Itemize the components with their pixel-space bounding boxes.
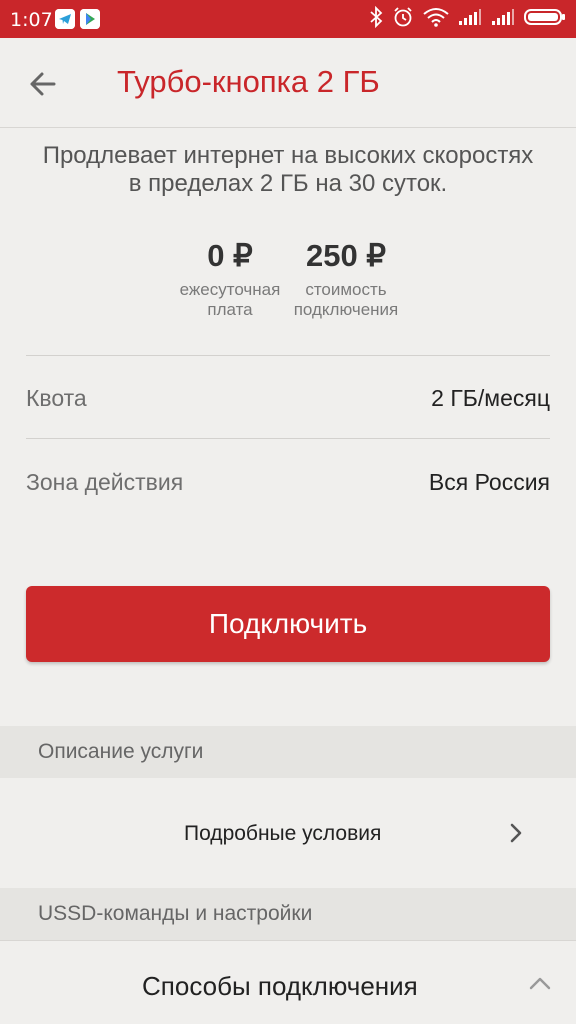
section-ussd-title: USSD-команды и настройки [38, 902, 313, 925]
description-line-1: Продлевает интернет на высоких скоростях [42, 142, 534, 169]
app-header: Турбо-кнопка 2 ГБ [0, 38, 576, 128]
divider [26, 438, 550, 439]
wifi-icon [423, 7, 449, 32]
alarm-icon [392, 6, 414, 33]
section-description-header: Описание услуги [0, 726, 576, 778]
signal-icon [458, 8, 482, 31]
bluetooth-icon [369, 5, 383, 33]
chevron-up-icon[interactable] [528, 975, 552, 996]
page-title: Турбо-кнопка 2 ГБ [117, 64, 380, 99]
play-store-icon [80, 9, 100, 29]
connection-cost-value: 250 ₽ [305, 238, 387, 273]
status-time: 1:07 [10, 9, 53, 31]
methods-title: Способы подключения [142, 971, 418, 1001]
quota-label: Квота [26, 384, 87, 411]
connect-button[interactable]: Подключить [26, 586, 550, 662]
zone-row: Зона действия Вся Россия [26, 440, 550, 524]
quota-row: Квота 2 ГБ/месяц [26, 356, 550, 440]
connection-cost-caption-2: подключения [293, 300, 399, 319]
section-description-title: Описание услуги [38, 740, 204, 763]
back-button[interactable] [22, 62, 66, 106]
section-ussd-header: USSD-команды и настройки [0, 888, 576, 940]
chevron-right-icon [507, 822, 525, 849]
quota-value: 2 ГБ/месяц [431, 384, 550, 411]
arrow-left-icon [30, 72, 56, 96]
methods-row[interactable]: Способы подключения [0, 940, 576, 1024]
signal-icon [491, 8, 515, 31]
connection-cost-caption-1: стоимость [305, 280, 387, 299]
zone-value: Вся Россия [428, 468, 550, 495]
status-bar: 1:07 [0, 0, 576, 38]
telegram-icon [55, 9, 75, 29]
status-icons [369, 5, 566, 33]
terms-link-row[interactable]: Подробные условия [0, 778, 576, 888]
service-description: Продлевает интернет на высоких скоростях… [0, 142, 576, 198]
zone-label: Зона действия [26, 468, 184, 495]
connection-cost: 250 ₽ стоимость подключения [286, 238, 406, 320]
daily-fee-caption-1: ежесуточная [179, 280, 281, 299]
description-line-2: в пределах 2 ГБ на 30 суток. [128, 170, 448, 197]
daily-fee: 0 ₽ ежесуточная плата [170, 238, 290, 320]
terms-link[interactable]: Подробные условия [184, 822, 381, 846]
daily-fee-value: 0 ₽ [207, 238, 253, 273]
daily-fee-caption-2: плата [207, 300, 253, 319]
battery-icon [524, 7, 566, 32]
